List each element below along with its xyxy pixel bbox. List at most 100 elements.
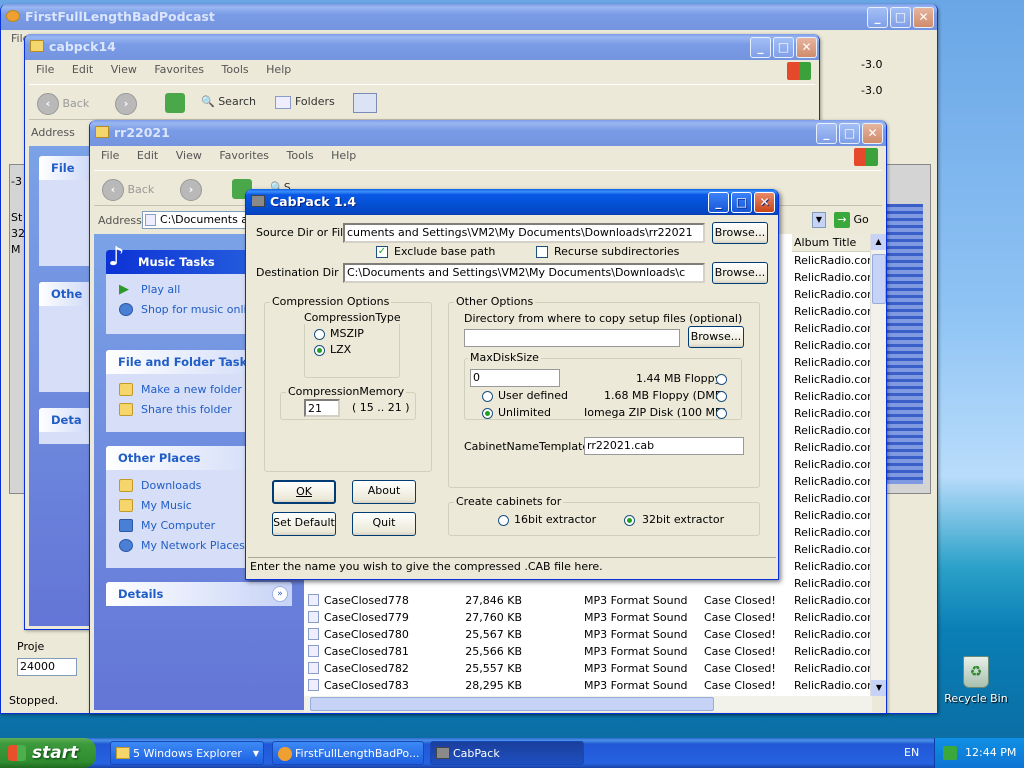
menu-help[interactable]: Help [331, 149, 356, 162]
views-button[interactable] [353, 93, 377, 113]
floppy-168-radio[interactable] [716, 391, 727, 402]
maximize-button[interactable]: □ [839, 123, 860, 144]
menu-view[interactable]: View [176, 149, 202, 162]
menu-edit[interactable]: Edit [137, 149, 158, 162]
minimize-button[interactable]: _ [867, 7, 888, 28]
project-rate-field[interactable]: 24000 [17, 658, 77, 676]
unlimited-radio[interactable] [482, 408, 493, 419]
start-button[interactable]: start [0, 738, 96, 768]
expand-chevron-icon[interactable]: » [272, 586, 288, 602]
menu-view[interactable]: View [111, 63, 137, 76]
menu-file[interactable]: File [36, 63, 54, 76]
table-row[interactable]: CaseClosed782 25,557 KB MP3 Format Sound Ca… [304, 660, 872, 677]
cabpck14-titlebar[interactable]: cabpck14 _ □ ✕ [25, 34, 819, 60]
address-field[interactable]: C:\Documents a [142, 211, 246, 229]
floppy-144-radio[interactable] [716, 374, 727, 385]
status-text: Enter the name you wish to give the comp… [250, 560, 603, 573]
set-default-button[interactable]: Set Default [272, 512, 336, 536]
panel-title[interactable]: Details [106, 582, 292, 606]
minimize-button[interactable]: _ [708, 192, 729, 213]
ok-button[interactable]: OK [272, 480, 336, 504]
cab-template-field[interactable]: rr22021.cab [584, 437, 744, 455]
minimize-button[interactable]: _ [750, 37, 771, 58]
exclude-base-checkbox[interactable]: ✓ [376, 246, 388, 258]
scroll-thumb[interactable] [872, 254, 886, 304]
table-row[interactable]: CaseClosed778 27,846 KB MP3 Format Sound Ca… [304, 592, 872, 609]
vertical-scrollbar[interactable]: ▲ ▼ [870, 234, 886, 696]
menu-file[interactable]: File [101, 149, 119, 162]
menu-tools[interactable]: Tools [222, 63, 249, 76]
bit16-radio[interactable] [498, 515, 509, 526]
mszip-label: MSZIP [330, 327, 364, 340]
recycle-bin-icon: ♻ [963, 656, 989, 688]
up-folder-icon[interactable] [165, 93, 185, 113]
cabpack-dialog[interactable]: CabPack 1.4 _ □ ✕ Source Dir or File cum… [245, 189, 779, 580]
maximize-button[interactable]: □ [890, 7, 911, 28]
about-button[interactable]: About [352, 480, 416, 504]
audacity-titlebar[interactable]: FirstFullLengthBadPodcast _ □ ✕ [1, 4, 937, 30]
forward-button[interactable]: › [115, 93, 137, 115]
user-defined-radio[interactable] [482, 391, 493, 402]
h-scroll-thumb[interactable] [310, 697, 714, 711]
table-row[interactable]: CaseClosed783 28,295 KB MP3 Format Sound Ca… [304, 677, 872, 694]
menu-tools[interactable]: Tools [287, 149, 314, 162]
cell-album: Case Closed! [704, 611, 776, 624]
other-options-label: Other Options [454, 295, 536, 308]
source-browse-button[interactable]: Browse... [712, 222, 768, 244]
taskbar-audacity[interactable]: FirstFullLengthBadPo... [272, 741, 424, 765]
go-button[interactable]: → Go [834, 212, 869, 228]
recurse-checkbox[interactable] [536, 246, 548, 258]
table-row[interactable]: CaseClosed781 25,566 KB MP3 Format Sound Ca… [304, 643, 872, 660]
close-button[interactable]: ✕ [913, 7, 934, 28]
back-button[interactable]: ‹ Back [102, 179, 154, 201]
lzx-label: LZX [330, 343, 352, 356]
minimize-button[interactable]: _ [816, 123, 837, 144]
address-dropdown-icon[interactable]: ▼ [812, 212, 826, 228]
cell-artist: RelicRadio.com [794, 407, 872, 420]
setup-dir-field[interactable] [464, 329, 680, 347]
clock: 12:44 PM [965, 746, 1017, 759]
scroll-down-icon[interactable]: ▼ [871, 680, 886, 696]
table-row[interactable]: CaseClosed780 25,567 KB MP3 Format Sound Ca… [304, 626, 872, 643]
maximize-button[interactable]: □ [731, 192, 752, 213]
folders-button[interactable]: Folders [275, 93, 335, 111]
menu-help[interactable]: Help [266, 63, 291, 76]
rr22021-title: rr22021 [114, 125, 170, 140]
search-button[interactable]: 🔍 Search [201, 93, 256, 111]
scroll-up-icon[interactable]: ▲ [871, 234, 886, 250]
recycle-bin[interactable]: ♻ Recycle Bin [944, 656, 1008, 712]
cabpack-app-icon [251, 195, 265, 207]
maximize-button[interactable]: □ [773, 37, 794, 58]
close-button[interactable]: ✕ [754, 192, 775, 213]
cell-artist: RelicRadio.com [794, 594, 872, 607]
cab-template-label: CabinetNameTemplate [464, 440, 590, 453]
language-indicator[interactable]: EN [904, 738, 919, 768]
source-field[interactable]: cuments and Settings\VM2\My Documents\Do… [343, 223, 705, 243]
forward-button[interactable]: › [180, 179, 202, 201]
column-header-album[interactable]: Album Title [792, 234, 872, 252]
destination-field[interactable]: C:\Documents and Settings\VM2\My Documen… [343, 263, 705, 283]
back-button[interactable]: ‹ Back [37, 93, 89, 115]
network-icon[interactable] [943, 746, 957, 760]
lzx-radio[interactable] [314, 345, 325, 356]
horizontal-scrollbar[interactable] [304, 696, 872, 712]
menu-edit[interactable]: Edit [72, 63, 93, 76]
close-button[interactable]: ✕ [796, 37, 817, 58]
taskbar-cabpack[interactable]: CabPack [430, 741, 584, 765]
dest-browse-button[interactable]: Browse... [712, 262, 768, 284]
menu-favorites[interactable]: Favorites [219, 149, 269, 162]
max-disk-size-field[interactable]: 0 [470, 369, 560, 387]
rr22021-titlebar[interactable]: rr22021 _ □ ✕ [90, 120, 886, 146]
taskbar-explorer-group[interactable]: 5 Windows Explorer ▼ [110, 741, 264, 765]
quit-button[interactable]: Quit [352, 512, 416, 536]
menu-favorites[interactable]: Favorites [154, 63, 204, 76]
status-bar: Stopped. [9, 694, 59, 707]
zip-disk-radio[interactable] [716, 408, 727, 419]
bit32-radio[interactable] [624, 515, 635, 526]
cabpack-titlebar[interactable]: CabPack 1.4 _ □ ✕ [246, 189, 778, 215]
compression-memory-field[interactable]: 21 [304, 399, 340, 417]
table-row[interactable]: CaseClosed779 27,760 KB MP3 Format Sound Ca… [304, 609, 872, 626]
setup-browse-button[interactable]: Browse... [688, 326, 744, 348]
close-button[interactable]: ✕ [862, 123, 883, 144]
mszip-radio[interactable] [314, 329, 325, 340]
